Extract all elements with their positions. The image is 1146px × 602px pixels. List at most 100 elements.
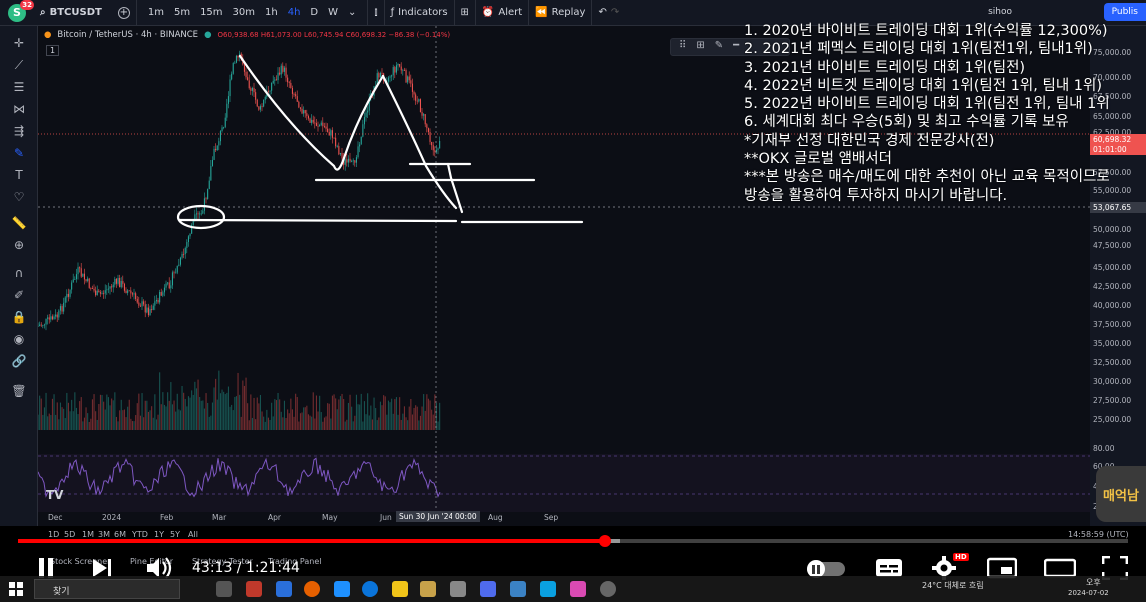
symbol-search[interactable]: ⌕ BTCUSDT: [40, 7, 102, 18]
candle-body: [159, 292, 161, 303]
range-1d[interactable]: 1D: [48, 530, 59, 539]
ruler-icon[interactable]: 📏: [10, 214, 28, 232]
time-axis[interactable]: Dec 2024 Feb Mar Apr May Jun Aug Sep Sun 30 Jun '…: [38, 511, 1090, 525]
app-icon-8[interactable]: [540, 581, 556, 597]
candle-body: [135, 293, 137, 299]
brush-icon[interactable]: ✎: [10, 144, 28, 162]
volume-bar: [371, 419, 373, 430]
indicators-button[interactable]: ƒ Indicators: [385, 0, 455, 25]
windows-start-icon[interactable]: [8, 581, 24, 597]
video-progress-bar[interactable]: [18, 535, 1128, 547]
volume-bar: [175, 411, 177, 430]
trash-icon[interactable]: 🗑: [10, 382, 28, 400]
app-icon-3[interactable]: [334, 581, 350, 597]
replay-button[interactable]: ⏪ Replay: [529, 0, 593, 25]
pencil-icon[interactable]: ✎: [715, 40, 723, 54]
fib-icon[interactable]: ☰: [10, 78, 28, 96]
volume-bar: [255, 419, 257, 430]
candle-body: [80, 268, 82, 277]
range-ytd[interactable]: YTD: [132, 530, 148, 539]
scrubber-handle[interactable]: [598, 535, 611, 547]
timeframe-1h[interactable]: 1h: [260, 7, 283, 18]
trend-line-icon[interactable]: ⟋: [10, 56, 28, 74]
heart-icon[interactable]: ♡: [10, 188, 28, 206]
legend-collapse[interactable]: 1: [46, 45, 60, 56]
range-5d[interactable]: 5D: [64, 530, 75, 539]
app-icon-10[interactable]: [600, 581, 616, 597]
volume-bar: [322, 421, 324, 430]
volume-bar: [312, 392, 314, 430]
candle-body: [90, 287, 92, 289]
timeframe-w[interactable]: W: [323, 7, 343, 18]
layout-grid-icon[interactable]: ⊞: [696, 40, 704, 54]
chevron-down-icon[interactable]: ⌄: [343, 7, 361, 18]
candle-body: [416, 100, 418, 102]
volume-bar: [194, 381, 196, 430]
forecast-icon[interactable]: ⇶: [10, 122, 28, 140]
timeframe-30m[interactable]: 30m: [228, 7, 260, 18]
candle-body: [48, 317, 50, 320]
weather-widget[interactable]: 24°C 대체로 흐림: [922, 580, 984, 591]
app-icon-6[interactable]: [480, 581, 496, 597]
taskbar-time[interactable]: 오후: [1086, 577, 1101, 588]
timeframe-d[interactable]: D: [305, 7, 323, 18]
utc-clock[interactable]: 14:58:59 (UTC): [1068, 530, 1129, 539]
magnet-icon[interactable]: ∩: [10, 264, 28, 282]
volume-bar: [139, 415, 141, 430]
task-view-icon[interactable]: [216, 581, 232, 597]
channel-watermark: 매억남: [1096, 466, 1146, 522]
app-icon-7[interactable]: [510, 581, 526, 597]
volume-bar: [360, 393, 362, 430]
price-label: 25,000.00: [1093, 415, 1132, 424]
range-all[interactable]: All: [188, 530, 198, 539]
lock-draw-icon[interactable]: ✐: [10, 286, 28, 304]
timeframe-4h[interactable]: 4h: [283, 7, 306, 18]
lock-icon[interactable]: 🔒: [10, 308, 28, 326]
range-5y[interactable]: 5Y: [170, 530, 180, 539]
candle-body: [320, 122, 322, 126]
app-icon-1[interactable]: [246, 581, 262, 597]
range-6m[interactable]: 6M: [114, 530, 126, 539]
app-icon-2[interactable]: [276, 581, 292, 597]
minus-icon[interactable]: ━: [733, 40, 739, 54]
candle-body: [349, 158, 351, 162]
timeframe-1m[interactable]: 1m: [143, 7, 169, 18]
eye-icon[interactable]: ◉: [10, 330, 28, 348]
folder-icon[interactable]: [392, 581, 408, 597]
redo-icon[interactable]: ↷: [611, 7, 619, 18]
range-1y[interactable]: 1Y: [154, 530, 164, 539]
volume-bar: [394, 399, 396, 430]
undo-icon[interactable]: ↶: [598, 7, 606, 18]
range-1m[interactable]: 1M: [82, 530, 94, 539]
publish-button[interactable]: Publis: [1103, 3, 1146, 21]
timeframe-5m[interactable]: 5m: [169, 7, 195, 18]
candle-body: [391, 75, 393, 77]
taskbar-date[interactable]: 2024-07-02: [1068, 589, 1109, 597]
app-icon-4[interactable]: [420, 581, 436, 597]
candle-body: [141, 301, 143, 307]
volume-bar: [71, 399, 73, 430]
zoom-icon[interactable]: ⊕: [10, 236, 28, 254]
pattern-icon[interactable]: ⋈: [10, 100, 28, 118]
compare-button[interactable]: +: [112, 0, 137, 25]
alert-button[interactable]: ⏰ Alert: [476, 0, 530, 25]
link-icon[interactable]: 🔗: [10, 352, 28, 370]
app-icon-9[interactable]: [570, 581, 586, 597]
range-3m[interactable]: 3M: [98, 530, 110, 539]
volume-bar: [85, 407, 87, 430]
volume-bar: [376, 420, 378, 430]
volume-bar: [296, 397, 298, 430]
volume-bar: [232, 410, 234, 430]
layout-name[interactable]: sihoo: [988, 7, 1012, 17]
firefox-icon[interactable]: [304, 581, 320, 597]
crosshair-icon[interactable]: ✛: [10, 34, 28, 52]
timeframe-15m[interactable]: 15m: [195, 7, 227, 18]
drag-icon[interactable]: ⠿: [679, 40, 686, 54]
app-icon-5[interactable]: [450, 581, 466, 597]
text-icon[interactable]: T: [10, 166, 28, 184]
chart-type-button[interactable]: ⫾: [368, 0, 385, 25]
edge-icon[interactable]: [362, 581, 378, 597]
layouts-button[interactable]: ⊞: [455, 0, 476, 25]
taskbar-search-input[interactable]: 찾기: [34, 579, 180, 599]
profile-avatar[interactable]: S 32: [8, 0, 34, 22]
